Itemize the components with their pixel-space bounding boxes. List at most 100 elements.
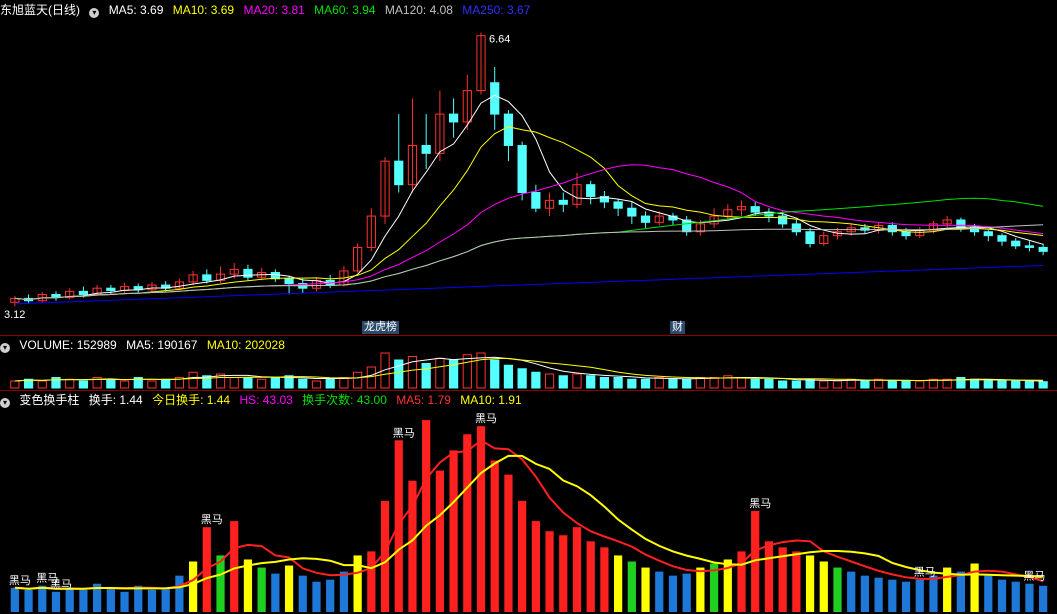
volume-bar	[736, 377, 747, 389]
volume-bar	[750, 378, 760, 389]
ma60-label: MA60: 3.94	[314, 3, 376, 17]
volume-bar	[805, 378, 815, 389]
candle-body	[887, 224, 897, 233]
settings-toggle-icon[interactable]: ▾	[89, 8, 100, 18]
volume-bar	[627, 378, 637, 389]
ma5-line	[14, 94, 1044, 301]
turnover-bar	[1039, 585, 1048, 612]
turnover-bar	[367, 551, 376, 612]
turnover-ma10-line	[14, 454, 1044, 590]
volume-ma10: MA10: 202028	[206, 338, 285, 352]
turnover-bar	[1011, 581, 1020, 612]
volume-bar	[613, 377, 623, 389]
volume-bar	[353, 371, 363, 389]
volume-bar	[832, 380, 843, 389]
volume-bar	[1024, 380, 1035, 389]
volume-bar	[161, 378, 171, 389]
turnover-bar	[655, 571, 664, 612]
turnover-bar	[860, 575, 870, 612]
turnover-bar	[929, 575, 938, 612]
volume-bar	[860, 380, 870, 389]
turnover-bar	[312, 581, 321, 612]
ma250-label: MA250: 3.67	[462, 3, 531, 17]
candle-body	[640, 215, 651, 223]
volume-bar	[394, 359, 404, 389]
volume-bar	[325, 378, 335, 389]
turnover-bar	[476, 426, 486, 612]
stock-title: 东旭蓝天(日线)	[0, 3, 80, 17]
turnover-bar	[298, 575, 307, 612]
volume-header: ▾ VOLUME: 152989 MA5: 190167 MA10: 20202…	[0, 337, 291, 353]
volume-bar	[421, 363, 431, 389]
candlestick-chart[interactable]: 6.64 3.12	[0, 0, 1057, 335]
volume-bar	[257, 378, 267, 389]
turnover-bar	[504, 474, 513, 612]
turnover-bar	[120, 591, 129, 612]
turnover-bar	[641, 567, 650, 612]
turnover-bar	[326, 579, 335, 612]
turnover-bar	[572, 527, 582, 612]
turnover-bar	[353, 555, 362, 612]
turnover-ma10: MA10: 1.91	[460, 393, 522, 407]
turnover-bar	[339, 571, 349, 612]
turnover-bar	[106, 587, 115, 612]
candle-body	[202, 274, 212, 281]
ma5-label: MA5: 3.69	[108, 3, 164, 17]
turnover-bar	[792, 551, 801, 612]
volume-bar	[709, 377, 719, 389]
turnover-bar	[997, 579, 1007, 612]
turnover-bar	[271, 573, 280, 612]
turnover-bar	[257, 567, 266, 612]
volume-value: VOLUME: 152989	[19, 338, 117, 352]
candle-body	[1038, 246, 1048, 252]
turnover-toggle-icon[interactable]: ▾	[0, 398, 10, 408]
ma10-label: MA10: 3.69	[172, 3, 235, 17]
candle-body	[78, 290, 89, 295]
turnover-bar	[600, 547, 609, 612]
volume-bar	[106, 378, 116, 389]
candle-body	[517, 144, 527, 194]
price-panel[interactable]: 6.64 3.12 东旭蓝天(日线) ▾ MA5: 3.69 MA10: 3.69…	[0, 0, 1057, 335]
turnover-bar	[668, 575, 678, 612]
volume-bar	[366, 366, 376, 389]
turnover-bar	[147, 589, 157, 612]
turnover-bar	[175, 575, 184, 612]
ma120-label: MA120: 4.08	[384, 3, 453, 17]
volume-bar	[37, 380, 47, 389]
volume-toggle-icon[interactable]: ▾	[0, 343, 10, 353]
volume-bar	[778, 380, 788, 389]
volume-bar	[654, 377, 664, 389]
volume-bar	[1011, 380, 1021, 389]
finance-tag[interactable]: 财	[670, 321, 685, 334]
candle-body	[490, 82, 500, 115]
turnover-bar	[545, 531, 554, 612]
turnover-bar	[984, 575, 993, 612]
turnover-bar	[764, 541, 774, 612]
turnover-bar	[188, 561, 198, 612]
turnover-panel[interactable]: 黑马 黑马 黑马 黑马 黑马 黑马 黑马 黑马 黑马 ▾ 变色换手柱 换手: 1.44 今日换手…	[0, 390, 1057, 614]
candle-body	[997, 235, 1007, 242]
volume-bar	[969, 378, 980, 389]
volume-bar	[78, 380, 89, 389]
turnover-bar	[230, 521, 239, 612]
candle-body	[956, 219, 966, 229]
volume-bar	[997, 380, 1007, 389]
volume-bar	[586, 375, 596, 389]
turnover-bar	[956, 571, 965, 612]
dragon-tiger-tag[interactable]: 龙虎榜	[362, 321, 399, 334]
volume-bar	[462, 354, 472, 389]
turnover-header: ▾ 变色换手柱 换手: 1.44 今日换手: 1.44 HS: 43.03 换手…	[0, 392, 528, 408]
turnover-bar	[1025, 583, 1034, 612]
turnover-chart[interactable]: 黑马 黑马黑马黑马黑马黑马黑马黑马 黑马	[0, 390, 1057, 614]
volume-bar	[599, 377, 610, 389]
dark-horse-marker: 黑马	[393, 426, 415, 439]
price-header: 东旭蓝天(日线) ▾ MA5: 3.69 MA10: 3.69 MA20: 3.…	[0, 2, 536, 18]
volume-bar	[544, 373, 555, 389]
turnover-bar	[449, 450, 458, 612]
volume-bar	[531, 371, 541, 389]
volume-panel[interactable]: ▾ VOLUME: 152989 MA5: 190167 MA10: 20202…	[0, 335, 1057, 390]
turnover-bar	[888, 579, 897, 612]
volume-bar	[490, 359, 500, 389]
candle-body	[586, 184, 596, 197]
candle-body	[531, 192, 541, 209]
